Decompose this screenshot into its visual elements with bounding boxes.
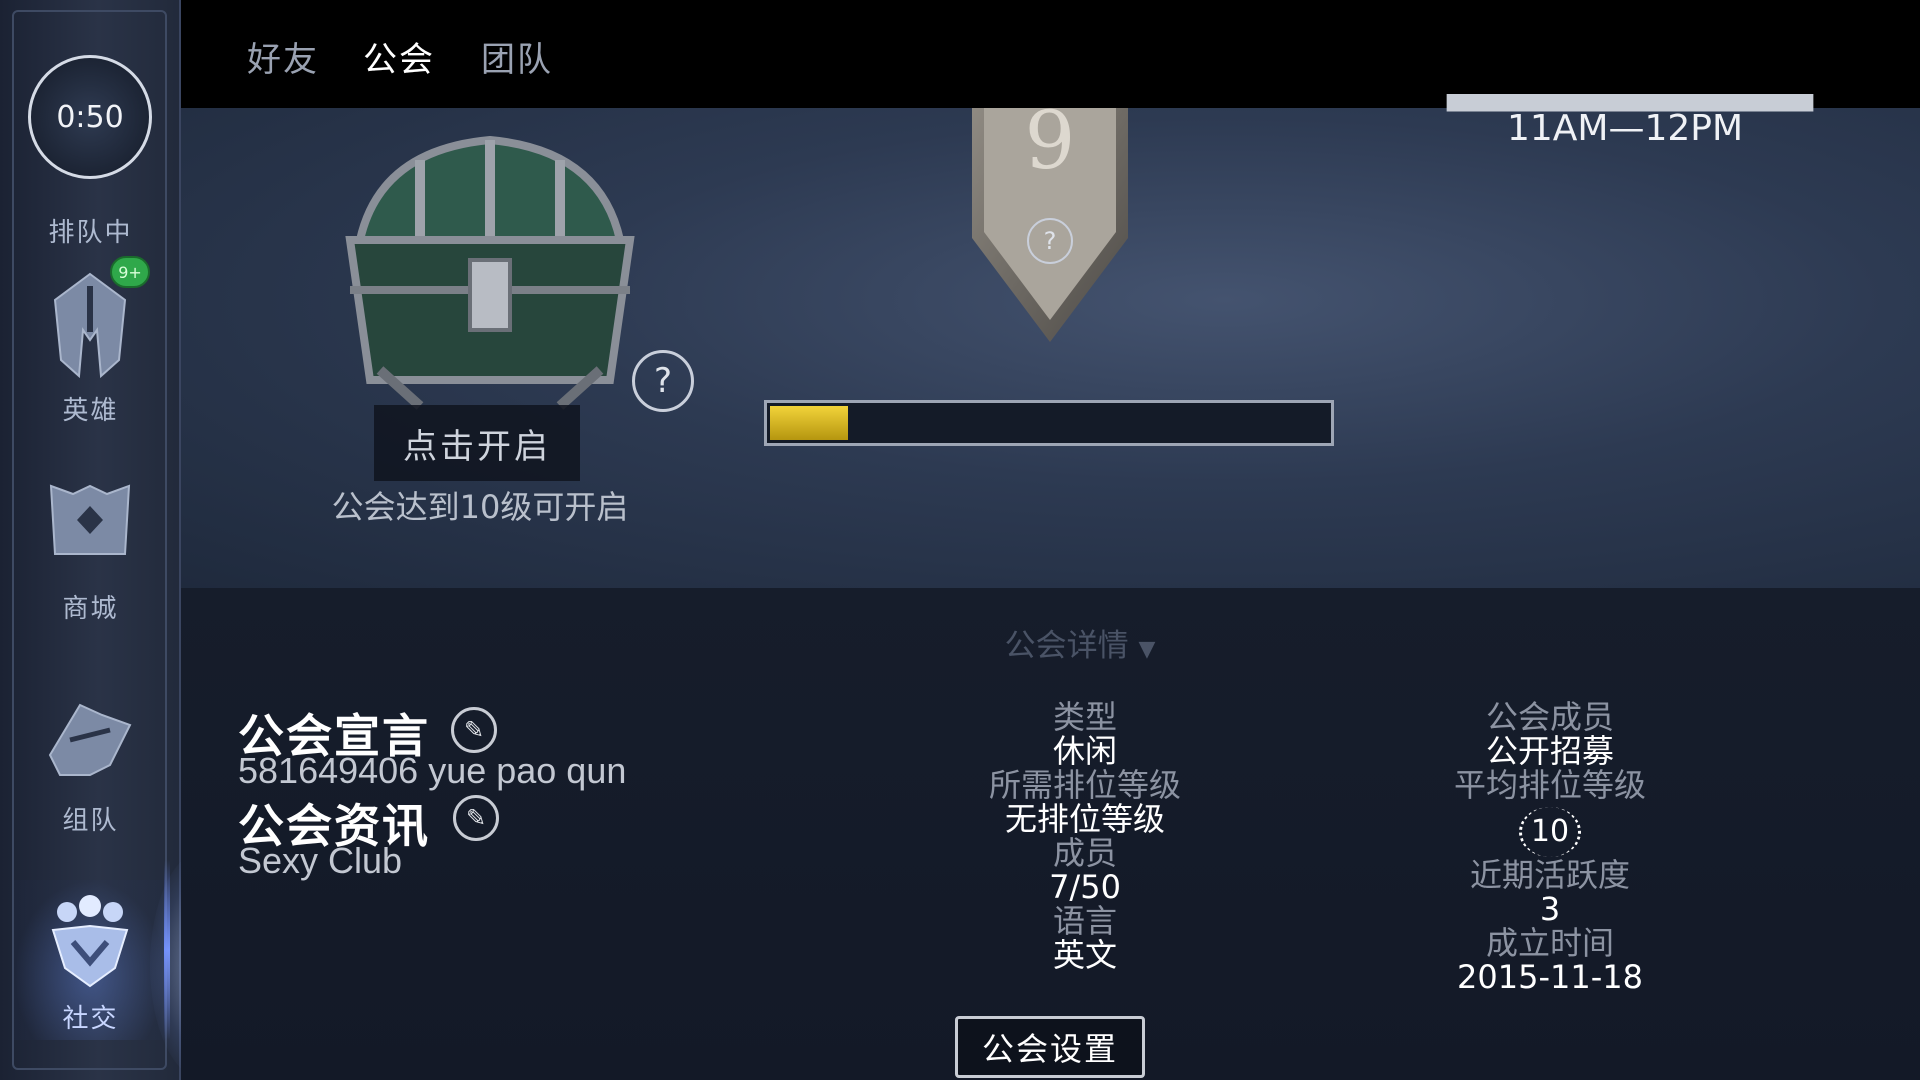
guild-level-number: 9 <box>1024 94 1076 187</box>
handshake-icon <box>14 685 166 785</box>
level-help-icon[interactable]: ? <box>1027 218 1073 264</box>
queue-timer-text: 0:50 <box>56 99 124 135</box>
founded-label: 成立时间 <box>1485 924 1614 962</box>
sidebar-item-label: 组队 <box>62 806 119 836</box>
chest-unlock-hint: 公会达到10级可开启 <box>331 488 629 526</box>
language-value: 英文 <box>1052 936 1117 974</box>
declaration-text: 581649406 yue pao qun <box>238 750 627 791</box>
required-rank-value: 无排位等级 <box>1004 800 1165 838</box>
type-value: 休闲 <box>1052 732 1117 770</box>
edit-news-icon[interactable]: ✎ <box>453 795 499 841</box>
helmet-icon <box>14 270 166 380</box>
progress-fill <box>770 406 849 440</box>
avg-rank-label: 平均排位等级 <box>1453 766 1646 804</box>
news-text: Sexy Club <box>238 840 403 881</box>
tab-friends[interactable]: 好友 <box>247 32 319 81</box>
required-rank-label: 所需排位等级 <box>988 766 1181 804</box>
details-toggle-label: 公会详情 <box>1004 628 1129 664</box>
sidebar-item-social[interactable]: 社交 <box>14 880 166 1040</box>
sidebar-item-team[interactable]: 组队 <box>14 685 166 836</box>
language-label: 语言 <box>1052 902 1117 940</box>
type-label: 类型 <box>1052 698 1117 736</box>
chevron-down-icon: ▼ <box>1138 637 1156 662</box>
guild-info-column: 类型 休闲 所需排位等级 无排位等级 成员 7/50 语言 英文 <box>925 700 1245 972</box>
recruit-value: 公开招募 <box>1485 732 1614 770</box>
queue-timer[interactable]: 0:50 <box>28 55 152 179</box>
social-icon <box>14 890 166 990</box>
details-toggle[interactable]: 公会详情 ▼ <box>960 620 1200 665</box>
guild-settings-button[interactable]: 公会设置 <box>955 1016 1145 1078</box>
queue-status-label: 排队中 <box>48 218 133 248</box>
activity-value: 3 <box>1539 890 1561 928</box>
open-chest-button[interactable]: 点击开启 <box>374 405 580 481</box>
notification-badge: 9+ <box>110 256 150 288</box>
sidebar-item-label: 商城 <box>62 594 119 624</box>
tab-team[interactable]: 团队 <box>481 32 553 81</box>
founded-value: 2015-11-18 <box>1457 958 1643 996</box>
members-value: 7/50 <box>1049 868 1121 906</box>
top-tab-bar: 好友 公会 团队 <box>181 0 1920 108</box>
members-label: 成员 <box>1052 834 1117 872</box>
tab-guild[interactable]: 公会 <box>363 32 435 81</box>
guild-exp-progress <box>764 400 1334 446</box>
guild-chest-image[interactable] <box>320 110 660 410</box>
shop-icon <box>14 480 166 560</box>
sidebar-item-heroes[interactable]: 英雄 <box>14 270 166 426</box>
chest-help-icon[interactable]: ? <box>632 350 694 412</box>
guild-stats-column: 公会成员 公开招募 平均排位等级 10 近期活跃度 3 成立时间 2015-11… <box>1390 700 1710 994</box>
avg-rank-badge: 10 <box>1390 802 1710 858</box>
activity-window-time: 11AM—12PM <box>1506 108 1744 149</box>
activity-label: 近期活跃度 <box>1469 856 1630 894</box>
recruit-label: 公会成员 <box>1485 698 1614 736</box>
edit-declaration-icon[interactable]: ✎ <box>451 707 497 753</box>
sidebar-item-label: 英雄 <box>62 396 119 426</box>
sidebar-item-shop[interactable]: 商城 <box>14 480 166 630</box>
laurel-icon: 10 <box>1519 807 1581 857</box>
